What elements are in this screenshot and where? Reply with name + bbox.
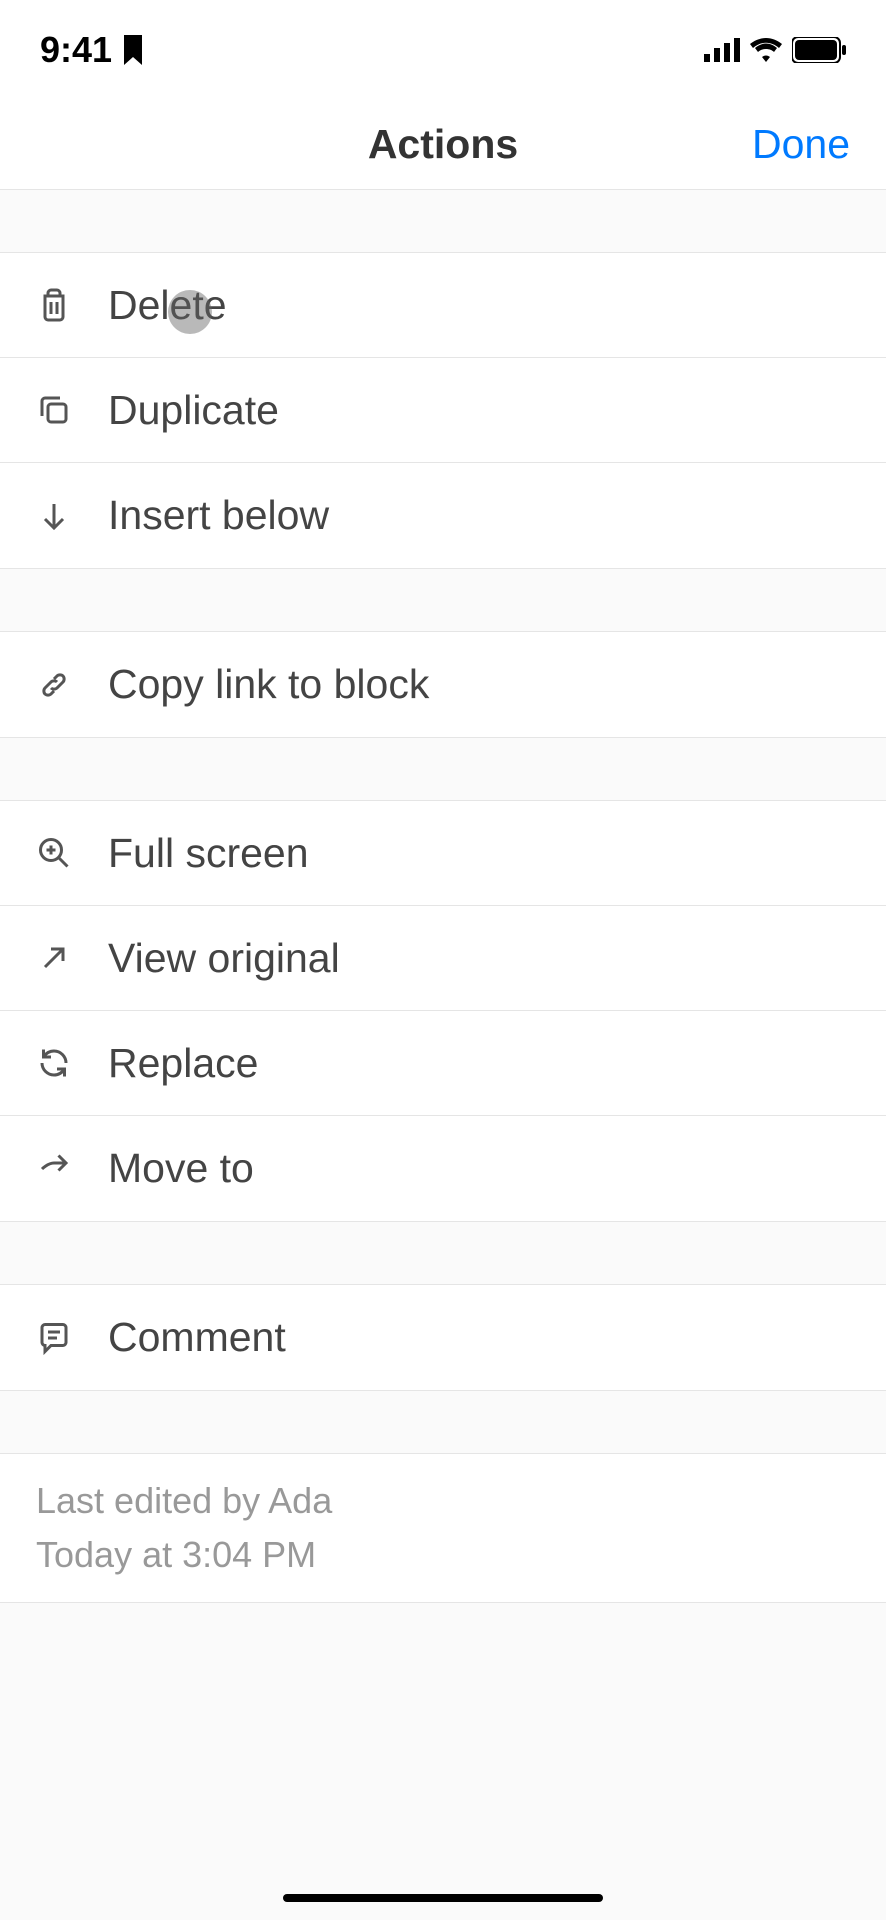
link-icon xyxy=(36,667,72,703)
comment-icon xyxy=(36,1320,72,1356)
insert-below-action[interactable]: Insert below xyxy=(0,463,886,568)
bookmark-icon xyxy=(122,35,144,65)
move-to-action[interactable]: Move to xyxy=(0,1116,886,1221)
spacer xyxy=(0,569,886,631)
spacer xyxy=(0,738,886,800)
replace-action[interactable]: Replace xyxy=(0,1011,886,1116)
action-group-1: Delete Duplicate Insert below xyxy=(0,252,886,569)
copy-link-label: Copy link to block xyxy=(108,661,429,708)
spacer xyxy=(0,190,886,252)
duplicate-label: Duplicate xyxy=(108,387,279,434)
comment-action[interactable]: Comment xyxy=(0,1285,886,1390)
insert-below-label: Insert below xyxy=(108,492,329,539)
battery-icon xyxy=(792,37,846,63)
replace-label: Replace xyxy=(108,1040,258,1087)
status-bar: 9:41 xyxy=(0,0,886,100)
full-screen-label: Full screen xyxy=(108,830,309,877)
delete-action[interactable]: Delete xyxy=(0,253,886,358)
spacer xyxy=(0,1222,886,1284)
home-indicator[interactable] xyxy=(283,1894,603,1902)
status-right xyxy=(704,37,846,63)
trash-icon xyxy=(36,287,72,323)
move-to-label: Move to xyxy=(108,1145,254,1192)
page-title: Actions xyxy=(368,121,518,168)
arrow-up-right-icon xyxy=(36,940,72,976)
duplicate-action[interactable]: Duplicate xyxy=(0,358,886,463)
last-edited-by: Last edited by Ada xyxy=(36,1480,850,1522)
signal-icon xyxy=(704,38,740,62)
wifi-icon xyxy=(750,38,782,62)
duplicate-icon xyxy=(36,392,72,428)
action-group-3: Full screen View original Replace Move t… xyxy=(0,800,886,1222)
full-screen-action[interactable]: Full screen xyxy=(0,801,886,906)
touch-indicator xyxy=(168,290,212,334)
magnify-plus-icon xyxy=(36,835,72,871)
view-original-label: View original xyxy=(108,935,340,982)
view-original-action[interactable]: View original xyxy=(0,906,886,1011)
header: Actions Done xyxy=(0,100,886,190)
action-group-4: Comment xyxy=(0,1284,886,1391)
copy-link-action[interactable]: Copy link to block xyxy=(0,632,886,737)
refresh-icon xyxy=(36,1045,72,1081)
status-left: 9:41 xyxy=(40,29,144,71)
action-group-2: Copy link to block xyxy=(0,631,886,738)
status-time: 9:41 xyxy=(40,29,112,71)
spacer xyxy=(0,1391,886,1453)
done-button[interactable]: Done xyxy=(752,121,850,168)
arrow-down-icon xyxy=(36,498,72,534)
arrow-right-icon xyxy=(36,1151,72,1187)
comment-label: Comment xyxy=(108,1314,286,1361)
last-edited-time: Today at 3:04 PM xyxy=(36,1534,850,1576)
footer-info: Last edited by Ada Today at 3:04 PM xyxy=(0,1453,886,1603)
